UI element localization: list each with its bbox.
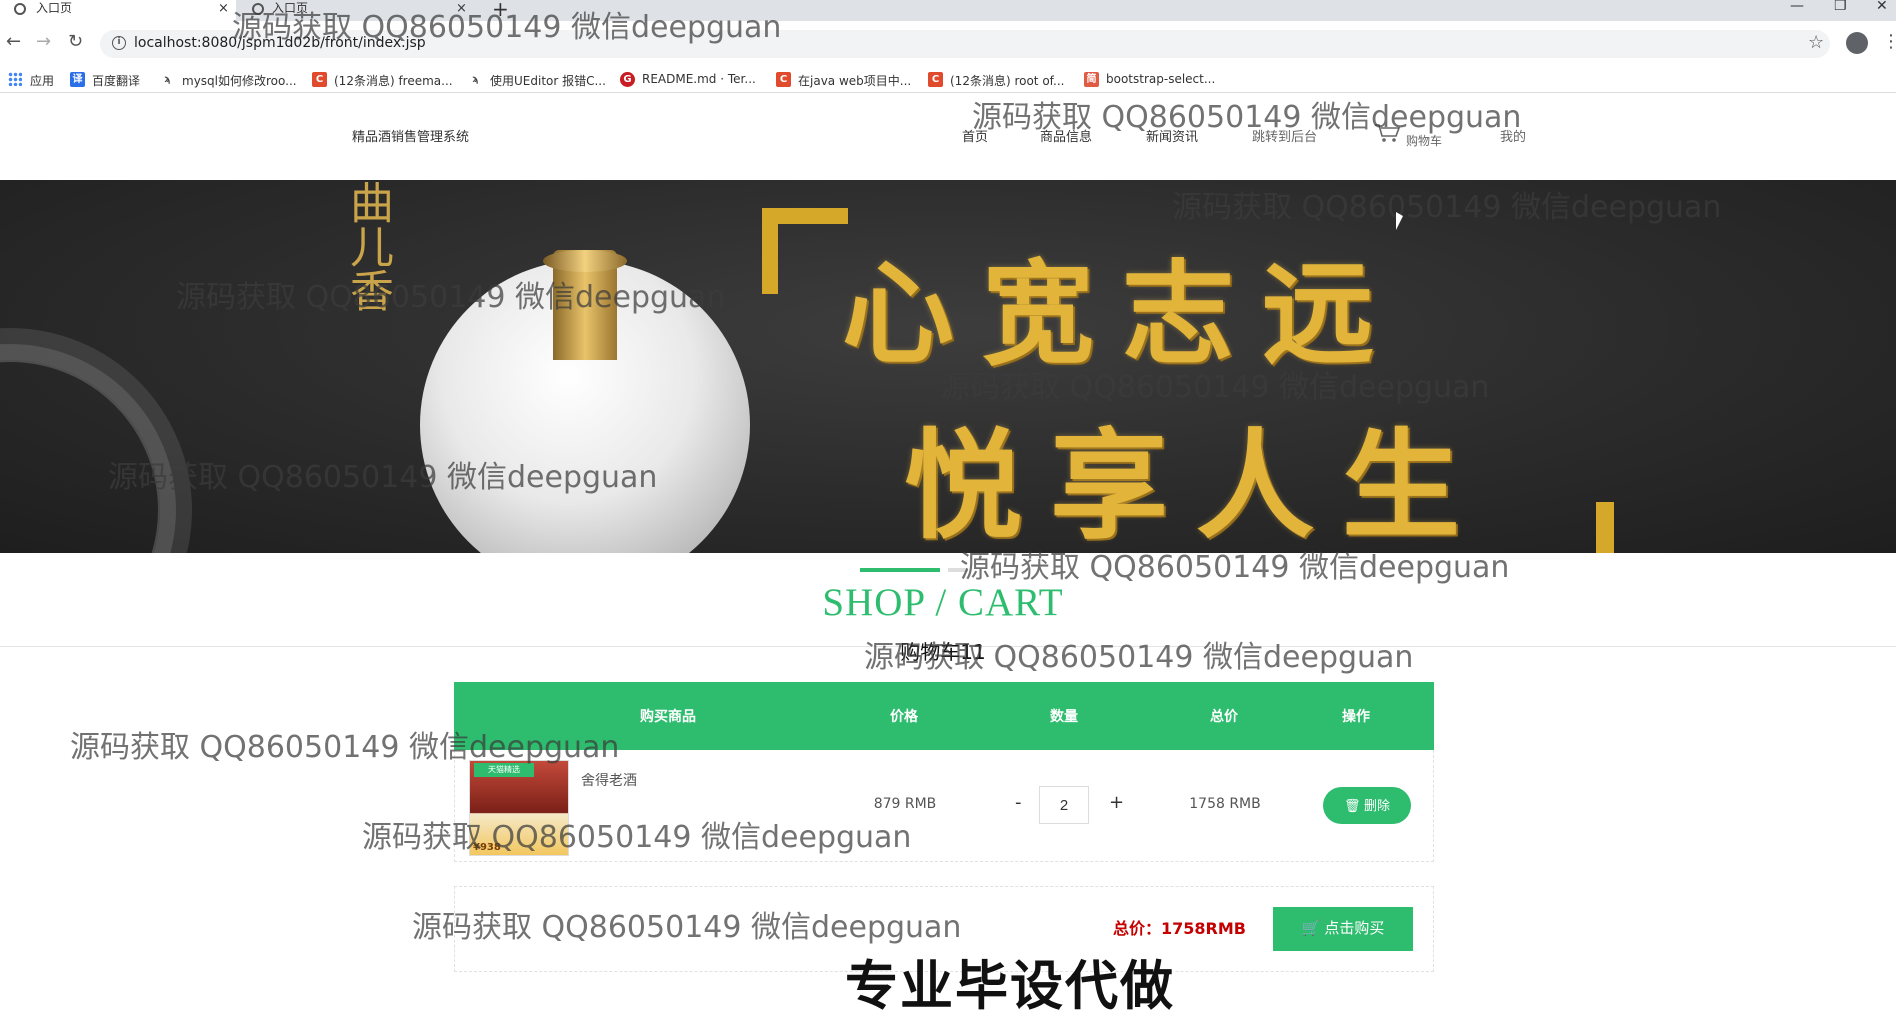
translate-icon: 译: [70, 72, 85, 87]
tab-close-icon[interactable]: ×: [218, 0, 229, 17]
reload-button[interactable]: ↻: [68, 31, 83, 52]
nav-mine[interactable]: 我的: [1500, 126, 1526, 145]
banner-slogan-1: 心宽志远: [842, 249, 1402, 380]
header-product: 购买商品: [640, 709, 696, 725]
bookmark-item[interactable]: C (12条消息) freema...: [312, 72, 453, 89]
bookmark-label: (12条消息) root of...: [950, 74, 1065, 88]
header-quantity: 数量: [1050, 709, 1078, 725]
banner-brand: 曲儿香: [342, 180, 393, 312]
bookmark-label: mysql如何修改roo...: [182, 74, 297, 88]
nav-cart[interactable]: 购物车: [1406, 132, 1442, 149]
browser-tabstrip: 入口页 × 入口页 × + — ❐ ✕: [0, 0, 1896, 21]
bookmarks-bar: 应用 译 百度翻译 ϡ mysql如何修改roo... C (12条消息) fr…: [0, 67, 1896, 93]
bottle-cap: [543, 250, 627, 272]
banner-slogan-2: 悦享人生: [904, 416, 1489, 553]
cart-total-label: 总价：1758RMB: [1113, 919, 1246, 938]
bookmark-label: 百度翻译: [92, 74, 141, 88]
bookmark-label: README.md · Ter...: [642, 72, 756, 86]
csdn-icon: C: [776, 72, 791, 87]
cart-count-label: 购物车11: [900, 640, 986, 664]
browser-tab[interactable]: 入口页 ×: [236, 0, 468, 21]
gitee-icon: G: [620, 72, 635, 87]
header-total: 总价: [1210, 709, 1238, 725]
globe-icon: [14, 3, 26, 15]
tab-label: 入口页: [36, 1, 73, 15]
cart-table: 购买商品 价格 数量 总价 操作 天猫精选 ¥938 舍得老酒 879 RMB …: [454, 682, 1434, 862]
site-title[interactable]: 精品酒销售管理系统: [352, 126, 469, 145]
header-price: 价格: [890, 709, 918, 725]
product-thumbnail[interactable]: 天猫精选 ¥938: [469, 760, 569, 856]
nav-news[interactable]: 新闻资讯: [1146, 126, 1198, 145]
bookmark-label: bootstrap-select...: [1106, 72, 1216, 86]
link-icon: ϡ: [164, 74, 171, 85]
thumb-price: ¥938: [473, 842, 501, 853]
browser-toolbar: ← → ↻ i localhost:8080/jspm1d02b/front/i…: [0, 21, 1896, 67]
bookmark-item[interactable]: C (12条消息) root of...: [928, 72, 1064, 89]
apps-grid-icon: [8, 72, 22, 86]
back-button[interactable]: ←: [6, 31, 21, 52]
promo-overlay-text: 专业毕设代做: [845, 956, 1175, 1017]
restore-button[interactable]: ❐: [1834, 0, 1847, 14]
thumb-tag: 天猫精选: [474, 763, 534, 777]
address-bar[interactable]: i localhost:8080/jspm1d02b/front/index.j…: [100, 30, 1830, 58]
quantity-decrement-button[interactable]: -: [1015, 792, 1022, 813]
site-header: 精品酒销售管理系统 首页 商品信息 新闻资讯 跳转到后台 购物车 我的: [0, 94, 1896, 180]
title-accent-bar: [860, 568, 940, 572]
bookmark-item[interactable]: C 在java web项目中...: [776, 72, 911, 89]
section-title: SHOP / CART: [822, 581, 1064, 624]
header-actions: 操作: [1342, 709, 1370, 725]
profile-avatar-icon[interactable]: [1846, 32, 1868, 54]
banner-arcs: [0, 360, 160, 553]
product-name[interactable]: 舍得老酒: [581, 770, 637, 790]
minimize-button[interactable]: —: [1790, 0, 1804, 14]
globe-icon: [252, 3, 264, 15]
nav-products[interactable]: 商品信息: [1040, 126, 1092, 145]
quantity-increment-button[interactable]: +: [1109, 792, 1124, 813]
bookmark-label: 在java web项目中...: [798, 74, 912, 88]
bracket-left: [762, 208, 848, 294]
link-icon: ϡ: [472, 74, 479, 85]
bookmark-star-icon[interactable]: ☆: [1808, 32, 1824, 53]
hero-banner: 曲儿香 心宽志远 悦享人生: [0, 180, 1896, 553]
bookmark-label: 使用UEditor 报错C...: [490, 74, 606, 88]
csdn-icon: C: [928, 72, 943, 87]
jianshu-icon: 简: [1084, 72, 1099, 87]
bookmark-item[interactable]: 简 bootstrap-select...: [1084, 72, 1216, 87]
tab-label: 入口页: [272, 1, 309, 15]
tab-close-icon[interactable]: ×: [456, 0, 467, 17]
delete-button[interactable]: 🗑 删除: [1323, 787, 1411, 824]
bracket-right: [1596, 502, 1614, 553]
bookmark-item[interactable]: ϡ 使用UEditor 报错C...: [468, 72, 606, 89]
csdn-icon: C: [312, 72, 327, 87]
cart-table-header: 购买商品 价格 数量 总价 操作: [454, 682, 1434, 750]
title-accent-bar-grey: [948, 568, 968, 572]
table-row: 天猫精选 ¥938 舍得老酒 879 RMB - + 1758 RMB 🗑 删除: [454, 750, 1434, 862]
quantity-input[interactable]: [1039, 786, 1089, 824]
bookmark-label: (12条消息) freema...: [334, 74, 453, 88]
mouse-cursor-icon: [1396, 212, 1403, 230]
address-url[interactable]: localhost:8080/jspm1d02b/front/index.jsp: [134, 35, 426, 51]
window-close-button[interactable]: ✕: [1876, 0, 1888, 14]
forward-button[interactable]: →: [36, 31, 51, 52]
browser-menu-icon[interactable]: ⋮: [1882, 31, 1896, 52]
nav-home[interactable]: 首页: [962, 126, 988, 145]
new-tab-button[interactable]: +: [492, 0, 509, 21]
bookmark-apps[interactable]: 应用: [8, 72, 54, 89]
bookmark-item[interactable]: ϡ mysql如何修改roo...: [160, 72, 297, 89]
browser-tab-active[interactable]: 入口页 ×: [0, 0, 236, 21]
row-total: 1758 RMB: [1189, 796, 1261, 812]
nav-admin[interactable]: 跳转到后台: [1252, 126, 1317, 145]
bookmark-item[interactable]: G README.md · Ter...: [620, 72, 756, 87]
product-price: 879 RMB: [873, 796, 937, 812]
info-icon[interactable]: i: [112, 36, 126, 50]
bookmark-item[interactable]: 译 百度翻译: [70, 72, 140, 89]
bookmark-label: 应用: [30, 74, 55, 88]
cart-icon[interactable]: [1374, 123, 1402, 143]
